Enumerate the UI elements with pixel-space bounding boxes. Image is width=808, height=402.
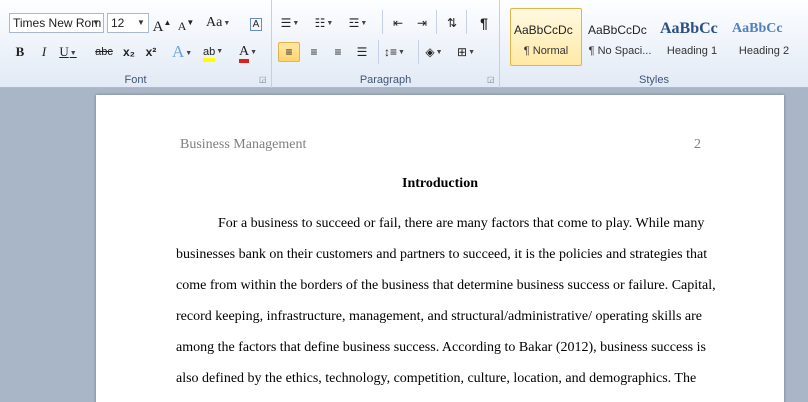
font-name-combo[interactable]: Times New Rom ▼	[9, 13, 104, 33]
style-sample: AaBbCcDc	[514, 23, 573, 37]
grow-font-button[interactable]: A▲	[152, 13, 172, 35]
separator	[378, 40, 379, 64]
style-name: ¶ Normal	[523, 45, 569, 57]
separator	[436, 10, 437, 34]
font-group: Times New Rom ▼ 12 ▼ A▲ A▼ Aa▼ A B I U▼ …	[0, 0, 272, 88]
align-left-button[interactable]: ≡	[278, 42, 300, 62]
text-effects-button[interactable]: A▼	[172, 42, 192, 62]
font-group-label: Font	[124, 74, 147, 86]
align-right-icon: ≡	[334, 45, 342, 59]
separator	[418, 40, 419, 64]
separator	[382, 10, 383, 34]
chevron-down-icon[interactable]: ▼	[135, 15, 147, 31]
multilevel-list-icon: ☲	[348, 16, 360, 30]
style-sample: AaBbCcDc	[588, 23, 647, 37]
align-center-icon: ≡	[310, 45, 318, 59]
font-color-icon: A	[238, 45, 250, 64]
style-sample: AaBbCc	[732, 21, 783, 36]
change-case-button[interactable]: Aa▼	[206, 13, 230, 33]
highlight-button[interactable]: ab▼	[203, 42, 223, 62]
underline-button[interactable]: U▼	[58, 42, 78, 62]
style-name: Heading 1	[666, 45, 718, 57]
italic-icon: I	[41, 44, 47, 59]
increase-indent-icon: ⇥	[416, 16, 428, 30]
line-spacing-icon: ↕≡	[384, 45, 398, 59]
borders-button[interactable]: ⊞▼	[456, 42, 476, 62]
text-effects-icon: A	[172, 42, 185, 61]
text-line: record keeping, infrastructure, manageme…	[176, 309, 702, 324]
dialog-launcher-icon[interactable]: ◲	[487, 75, 496, 84]
font-color-button[interactable]: A▼	[238, 42, 258, 64]
document-page[interactable]: Business Management 2 Introduction For a…	[96, 95, 784, 402]
font-size-value: 12	[111, 16, 125, 30]
numbering-button[interactable]: ☷▼	[314, 13, 334, 33]
decrease-indent-icon: ⇤	[392, 16, 404, 30]
grow-font-icon: A	[152, 19, 164, 35]
superscript-button[interactable]: x²	[141, 42, 161, 62]
bold-icon: B	[15, 44, 25, 59]
highlight-icon: ab	[203, 46, 216, 62]
show-formatting-button[interactable]: ¶	[474, 13, 494, 33]
text-line: among the factors that define business s…	[176, 340, 706, 355]
subscript-icon: x₂	[122, 45, 135, 59]
subscript-button[interactable]: x₂	[119, 42, 139, 62]
italic-button[interactable]: I	[34, 42, 54, 62]
line-spacing-button[interactable]: ↕≡▼	[384, 42, 405, 62]
strikethrough-icon: abc	[95, 46, 113, 58]
section-heading: Introduction	[402, 176, 478, 191]
numbered-list-icon: ☷	[314, 16, 326, 30]
style-name: Heading 2	[738, 45, 790, 57]
bullets-button[interactable]: ☰▼	[280, 13, 300, 33]
style-heading-2[interactable]: AaBbCc Heading 2	[728, 8, 800, 66]
text-line: For a business to succeed or fail, there…	[218, 216, 705, 231]
style-heading-1[interactable]: AaBbCc Heading 1	[656, 8, 728, 66]
style-name: ¶ No Spaci...	[588, 45, 652, 57]
style-no-spacing[interactable]: AaBbCcDc ¶ No Spaci...	[584, 8, 656, 66]
styles-group-label: Styles	[639, 74, 669, 86]
style-normal[interactable]: AaBbCcDc ¶ Normal	[510, 8, 582, 66]
shrink-font-button[interactable]: A▼	[176, 13, 196, 33]
paragraph-group-label: Paragraph	[359, 74, 412, 86]
pilcrow-icon: ¶	[480, 15, 488, 31]
shading-button[interactable]: ◈▼	[424, 42, 444, 62]
page-number: 2	[694, 137, 701, 152]
strikethrough-button[interactable]: abc	[94, 42, 114, 62]
justify-icon: ☰	[356, 45, 368, 59]
sort-icon: ⇅	[446, 16, 458, 30]
superscript-icon: x²	[145, 45, 157, 59]
separator	[466, 10, 467, 34]
increase-indent-button[interactable]: ⇥	[412, 13, 432, 33]
change-case-icon: Aa	[206, 15, 223, 31]
align-right-button[interactable]: ≡	[328, 42, 348, 62]
text-line: businesses bank on their customers and p…	[176, 247, 708, 262]
body-paragraph: For a business to succeed or fail, there…	[176, 216, 716, 402]
paint-bucket-icon: ◈	[425, 45, 435, 59]
clear-formatting-button[interactable]: A	[246, 13, 266, 33]
justify-button[interactable]: ☰	[352, 42, 372, 62]
sort-button[interactable]: ⇅	[442, 13, 462, 33]
chevron-down-icon[interactable]: ▼	[90, 15, 102, 31]
paragraph-group: ☰▼ ☷▼ ☲▼ ⇤ ⇥ ⇅ ¶ ≡ ≡ ≡ ☰ ↕≡▼ ◈▼ ⊞▼ Parag…	[272, 0, 500, 88]
align-left-icon: ≡	[285, 45, 293, 59]
multilevel-list-button[interactable]: ☲▼	[348, 13, 368, 33]
ribbon: Times New Rom ▼ 12 ▼ A▲ A▼ Aa▼ A B I U▼ …	[0, 0, 808, 88]
font-size-combo[interactable]: 12 ▼	[107, 13, 149, 33]
bold-button[interactable]: B	[10, 42, 30, 62]
text-line: come from within the borders of the busi…	[176, 278, 716, 293]
decrease-indent-button[interactable]: ⇤	[388, 13, 408, 33]
underline-icon: U	[59, 44, 69, 59]
styles-gallery: AaBbCcDc ¶ Normal AaBbCcDc ¶ No Spaci...…	[508, 8, 808, 68]
dialog-launcher-icon[interactable]: ◲	[259, 75, 268, 84]
font-name-value: Times New Rom	[13, 16, 102, 30]
align-center-button[interactable]: ≡	[304, 42, 324, 62]
style-sample: AaBbCc	[660, 20, 718, 37]
clear-formatting-icon: A	[249, 18, 263, 31]
bullet-list-icon: ☰	[280, 16, 292, 30]
running-header: Business Management	[180, 137, 307, 152]
borders-icon: ⊞	[457, 45, 468, 59]
text-line: also defined by the ethics, technology, …	[176, 371, 697, 386]
document-area: Business Management 2 Introduction For a…	[0, 89, 808, 402]
